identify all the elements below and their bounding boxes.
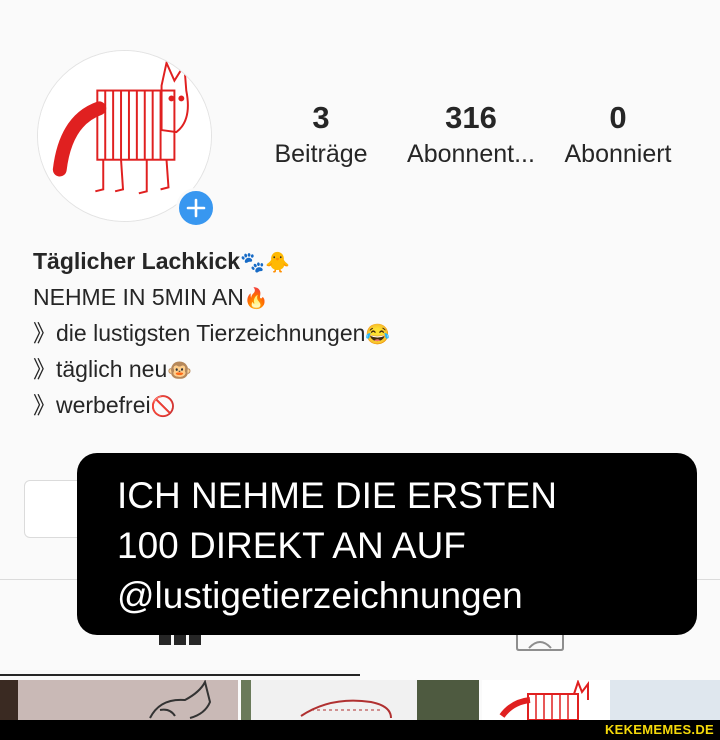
plus-icon	[186, 198, 206, 218]
profile-name: Täglicher Lachkick	[33, 248, 241, 274]
tab-posts-grid[interactable]	[158, 632, 202, 653]
add-story-button[interactable]	[176, 188, 216, 228]
posts-stat[interactable]: 3 Beiträge	[262, 98, 380, 170]
post-thumbnail[interactable]	[482, 680, 720, 720]
paw-chick-emoji: 🐾🐥	[240, 251, 290, 274]
bio-line-text: 》täglich neu	[33, 355, 168, 382]
prohibited-emoji: 🚫	[150, 395, 176, 418]
watermark-text: KEKEMEMES.DE	[604, 722, 714, 737]
rabbit-drawing-thumbnail	[0, 680, 238, 720]
overlay-line-2: 100 DIREKT AN AUF	[117, 525, 466, 566]
fire-emoji: 🔥	[243, 287, 269, 310]
bio-line-4: 》werbefrei🚫	[33, 388, 513, 424]
laughing-emoji: 😂	[365, 323, 391, 346]
bio-line-1: NEHME IN 5MIN AN🔥	[33, 280, 513, 316]
bio-line-2: 》die lustigsten Tierzeichnungen😂	[33, 316, 513, 352]
active-tab-indicator	[0, 674, 360, 676]
post-thumbnail[interactable]	[0, 680, 238, 720]
post-grid	[0, 680, 720, 720]
announcement-overlay: ICH NEHME DIE ERSTEN 100 DIREKT AN AUF @…	[77, 453, 697, 635]
bio-line-text: 》werbefrei	[33, 391, 151, 418]
animal-sketch-thumbnail	[241, 680, 479, 720]
monkey-emoji: 🐵	[167, 359, 193, 382]
overlay-line-1: ICH NEHME DIE ERSTEN	[117, 475, 557, 516]
post-thumbnail[interactable]	[241, 680, 479, 720]
cat-drawing-thumbnail	[482, 680, 720, 720]
following-label: Abonniert	[564, 140, 672, 168]
following-count: 0	[609, 100, 627, 135]
profile-bio: Täglicher Lachkick🐾🐥 NEHME IN 5MIN AN🔥 》…	[33, 244, 513, 424]
overlay-line-3: @lustigetierzeichnungen	[117, 575, 523, 616]
followers-count: 316	[445, 100, 497, 135]
followers-label: Abonnent...	[407, 140, 535, 168]
profile-name-row: Täglicher Lachkick🐾🐥	[33, 244, 513, 280]
posts-label: Beiträge	[274, 140, 368, 168]
posts-count: 3	[312, 100, 330, 135]
following-stat[interactable]: 0 Abonniert	[553, 98, 683, 170]
bio-line-text: NEHME IN 5MIN AN	[33, 283, 244, 310]
bio-line-text: 》die lustigsten Tierzeichnungen	[33, 319, 366, 346]
bio-line-3: 》täglich neu🐵	[33, 352, 513, 388]
followers-stat[interactable]: 316 Abonnent...	[396, 98, 546, 170]
